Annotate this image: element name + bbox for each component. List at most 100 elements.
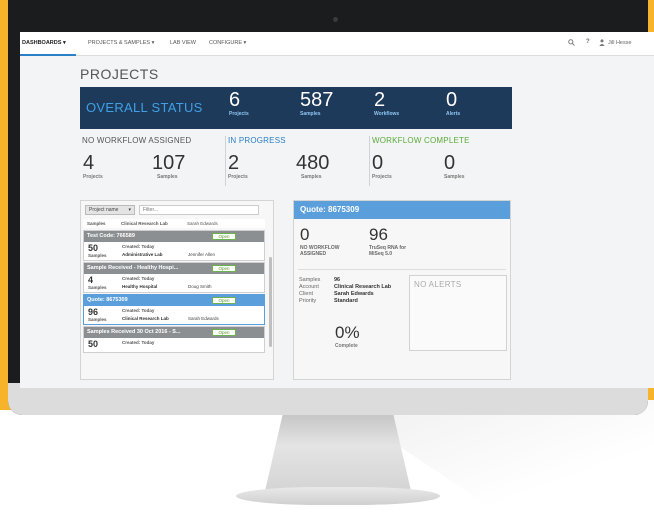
project-list-panel: Project name ▾ Samples Clinical Research… [80, 200, 274, 380]
detail-no-workflow-count: 0 [300, 225, 310, 244]
nav-lab-view[interactable]: LAB VIEW [170, 40, 196, 46]
help-icon[interactable]: ? [586, 39, 590, 45]
group-no-workflow-samples-label: Samples [157, 174, 178, 180]
stat-label: Alerts [446, 111, 461, 117]
card-sample-label: Samples [88, 317, 107, 322]
value-account: Clinical Research Lab [334, 284, 392, 290]
project-card-test-code[interactable]: Test Code: 766589 Open 50 Samples Create… [83, 230, 265, 261]
stat-label: Workflows [374, 111, 400, 117]
detail-title: Quote: 8675309 [294, 201, 510, 219]
top-navigation: DASHBOARDS ▾ PROJECTS & SAMPLES ▾ LAB VI… [20, 32, 654, 56]
detail-divider [298, 269, 506, 270]
list-item-user: Sarah Edwards [187, 221, 218, 226]
card-sample-count: 4 [88, 275, 94, 285]
stat-number: 2 [374, 89, 386, 111]
page-title: PROJECTS [80, 66, 159, 82]
card-header: Quote: 8675309 Open [84, 295, 264, 306]
list-item-label: Samples [87, 221, 106, 226]
group-divider [225, 136, 226, 186]
card-body: 96 Samples Created: Today Clinical Resea… [84, 306, 264, 324]
stat-alerts[interactable]: 0 Alerts [446, 89, 460, 117]
alerts-text: NO ALERTS [414, 280, 462, 289]
card-created: Created: Today [122, 244, 155, 249]
card-title: Sample Received - Healthy Hospi... [87, 265, 179, 271]
user-icon[interactable] [599, 39, 605, 48]
filter-input[interactable] [139, 205, 259, 215]
card-sample-count: 50 [88, 339, 99, 349]
card-created: Created: Today [122, 340, 155, 345]
card-created: Created: Today [122, 276, 155, 281]
group-complete-samples[interactable]: 0 [444, 152, 455, 175]
card-account: Clinical Research Lab [122, 316, 169, 321]
completion-percent: 0% [335, 323, 360, 342]
group-in-progress-projects[interactable]: 2 [228, 152, 239, 175]
stat-number: 0 [446, 89, 458, 111]
nav-configure[interactable]: CONFIGURE ▾ [209, 40, 246, 46]
detail-workflow-label-2[interactable]: MiSeq 5.0 [369, 251, 392, 257]
stat-label: Projects [229, 111, 249, 117]
filter-field-select[interactable]: Project name ▾ [85, 205, 135, 215]
card-title: Samples Received 30 Oct 2016 - S... [87, 329, 181, 335]
group-no-workflow-samples[interactable]: 107 [152, 152, 185, 175]
open-button[interactable]: Open [212, 329, 236, 336]
group-no-workflow-projects[interactable]: 4 [83, 152, 94, 175]
card-header: Test Code: 766589 Open [84, 231, 264, 242]
open-button[interactable]: Open [212, 297, 236, 304]
stat-samples[interactable]: 587 Samples [300, 89, 333, 117]
search-icon[interactable] [568, 39, 575, 48]
monitor-base [236, 487, 440, 505]
card-user: Jennifer Allen [188, 252, 216, 257]
group-in-progress-title: IN PROGRESS [228, 136, 286, 145]
key-account: Account [299, 284, 319, 290]
group-complete-projects[interactable]: 0 [372, 152, 383, 175]
camera-icon [333, 17, 338, 22]
overall-status-title: OVERALL STATUS [86, 100, 203, 115]
project-detail-panel: Quote: 8675309 0 NO WORKFLOW ASSIGNED 96… [293, 200, 511, 380]
stat-projects[interactable]: 6 Projects [229, 89, 249, 117]
group-in-progress-samples-label: Samples [301, 174, 322, 180]
group-divider [369, 136, 370, 186]
overall-status-bar: OVERALL STATUS 6 Projects 587 Samples 2 … [80, 87, 512, 129]
project-card-quote-selected[interactable]: Quote: 8675309 Open 96 Samples Created: … [83, 294, 265, 325]
card-header: Sample Received - Healthy Hospi... Open [84, 263, 264, 274]
detail-no-workflow-label-2: ASSIGNED [300, 251, 327, 257]
nav-active-indicator [20, 54, 76, 56]
open-button[interactable]: Open [212, 233, 236, 240]
card-title: Test Code: 766589 [87, 233, 135, 239]
group-complete-projects-label: Projects [372, 174, 392, 180]
user-name[interactable]: Jill Hesse [608, 40, 632, 46]
value-priority: Standard [334, 298, 358, 304]
nav-projects-samples[interactable]: PROJECTS & SAMPLES ▾ [88, 40, 154, 46]
card-body: 50 Created: Today [84, 338, 264, 352]
card-sample-count: 50 [88, 243, 99, 253]
value-samples: 96 [334, 277, 341, 283]
key-samples: Samples [299, 277, 321, 283]
chevron-down-icon: ▾ [128, 207, 131, 213]
card-body: 4 Samples Created: Today Healthy Hospita… [84, 274, 264, 292]
stat-workflows[interactable]: 2 Workflows [374, 89, 399, 117]
value-client: Sarah Edwards [334, 291, 374, 297]
project-card-samples-received[interactable]: Samples Received 30 Oct 2016 - S... Open… [83, 326, 265, 353]
card-user: Doug Smith [188, 284, 212, 289]
filter-select-label: Project name [89, 207, 119, 213]
stat-label: Samples [300, 111, 321, 117]
alerts-box: NO ALERTS [409, 275, 507, 351]
list-item-account: Clinical Research Lab [121, 221, 168, 226]
group-no-workflow-projects-label: Projects [83, 174, 103, 180]
completion-label: Complete [335, 343, 358, 349]
group-no-workflow-title: NO WORKFLOW ASSIGNED [82, 136, 192, 145]
group-complete-samples-label: Samples [444, 174, 465, 180]
list-scrollbar[interactable] [269, 257, 272, 347]
group-in-progress-projects-label: Projects [228, 174, 248, 180]
group-in-progress-samples[interactable]: 480 [296, 152, 329, 175]
detail-keys: Samples Account Client Priority [299, 277, 320, 305]
nav-dashboards[interactable]: DASHBOARDS ▾ [22, 40, 66, 46]
detail-workflow-count: 96 [369, 225, 388, 244]
stat-number: 587 [300, 89, 334, 111]
card-account: Administrative Lab [122, 252, 163, 257]
card-sample-label: Samples [88, 285, 107, 290]
project-card-healthy-hospital[interactable]: Sample Received - Healthy Hospi... Open … [83, 262, 265, 293]
list-item-partial[interactable]: Samples Clinical Research Lab Sarah Edwa… [83, 219, 265, 228]
open-button[interactable]: Open [212, 265, 236, 272]
key-priority: Priority [299, 298, 317, 304]
